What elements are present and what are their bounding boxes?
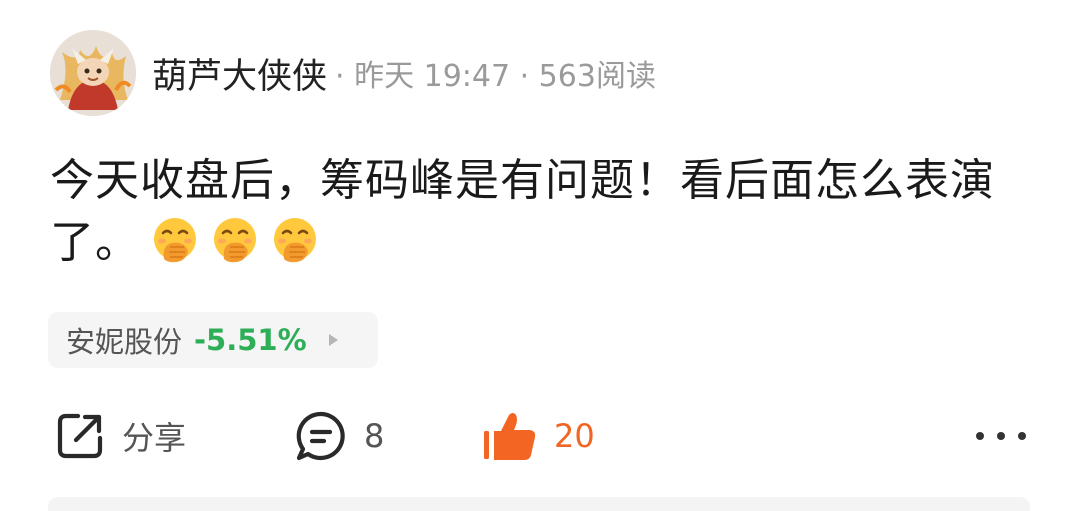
more-dot xyxy=(976,432,984,440)
share-button[interactable]: 分享 xyxy=(54,408,186,464)
stock-change: -5.51% xyxy=(194,323,307,357)
like-count: 20 xyxy=(554,417,595,455)
thumbs-up-icon xyxy=(484,413,536,460)
avatar-image xyxy=(50,30,136,116)
post-header: 葫芦大侠侠 · 昨天 19:47 · 563阅读 xyxy=(152,48,656,98)
like-button[interactable]: 20 xyxy=(484,408,595,464)
post-content: 今天收盘后，筹码峰是有问题！看后面怎么表演了。 xyxy=(50,150,1030,274)
comment-count: 8 xyxy=(364,417,385,455)
chevron-right-icon xyxy=(328,334,338,346)
stock-tag[interactable]: 安妮股份 -5.51% xyxy=(48,312,378,368)
username[interactable]: 葫芦大侠侠 xyxy=(152,48,327,99)
post-meta: · 昨天 19:47 · 563阅读 xyxy=(335,59,656,94)
avatar[interactable] xyxy=(50,30,136,116)
hand-over-mouth-emoji xyxy=(214,218,256,263)
more-icon[interactable] xyxy=(976,428,1026,444)
share-icon xyxy=(57,413,103,459)
share-label: 分享 xyxy=(122,419,187,457)
hand-over-mouth-emoji xyxy=(154,218,196,263)
comment-button[interactable]: 8 xyxy=(294,408,384,464)
comment-icon xyxy=(296,411,345,461)
more-dot xyxy=(1018,432,1026,440)
more-dot xyxy=(997,432,1005,440)
hand-over-mouth-emoji xyxy=(274,218,316,263)
stock-name: 安妮股份 xyxy=(66,325,183,359)
